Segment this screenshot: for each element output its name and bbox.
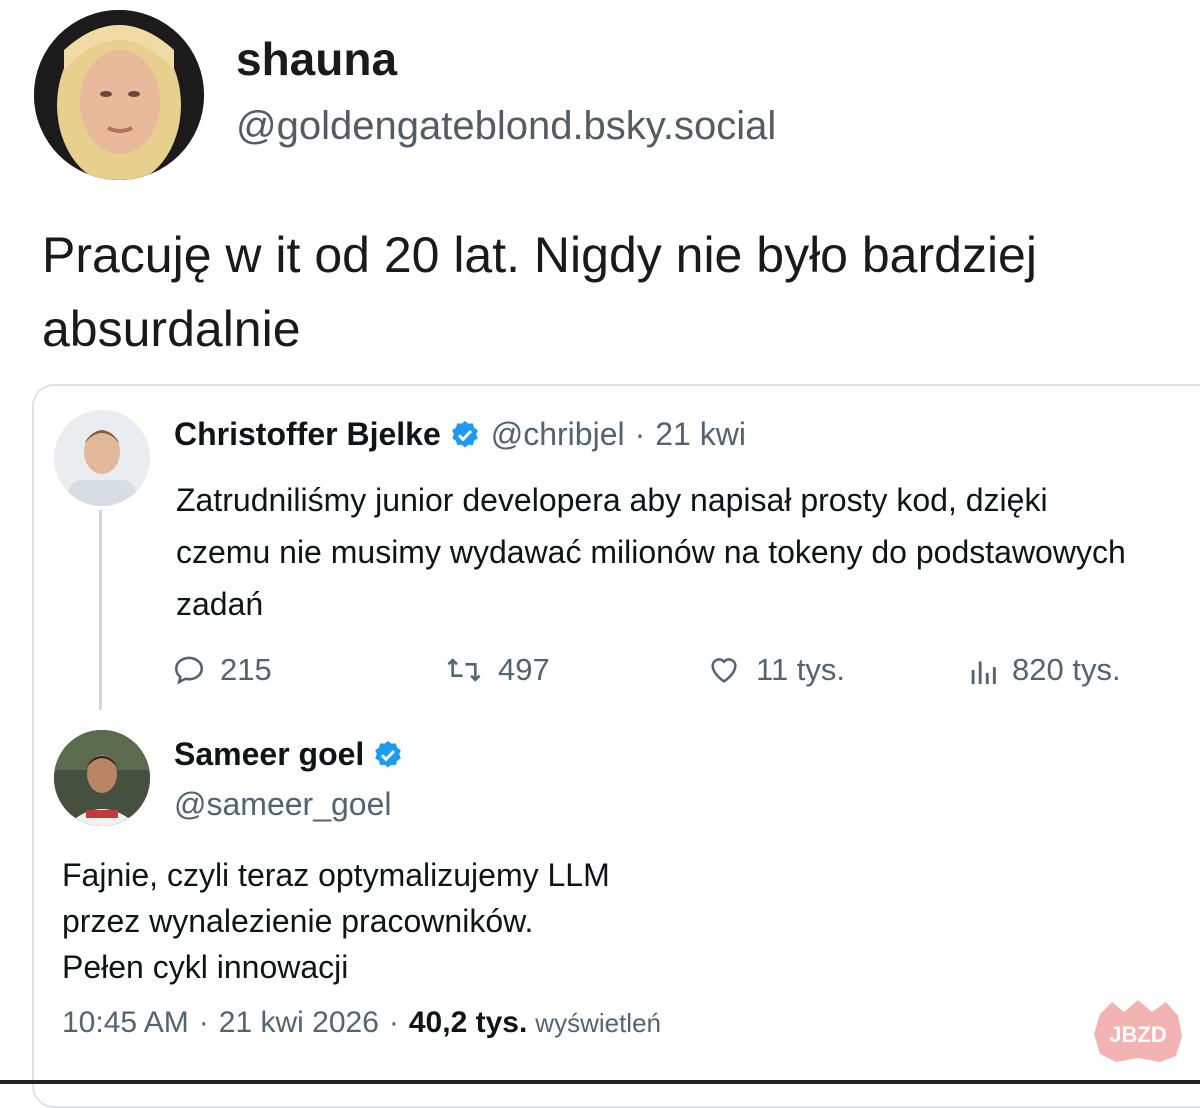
reply-icon: [174, 656, 204, 685]
repost-count: 497: [498, 652, 550, 687]
like-icon: [711, 658, 737, 683]
author-handle[interactable]: @goldengateblond.bsky.social: [236, 104, 776, 149]
reply-footer: 10:45 AM · 21 kwi 2026 · 40,2 tys. wyświ…: [62, 1006, 661, 1040]
svg-text:JBZD: JBZD: [1109, 1022, 1166, 1047]
repost-button[interactable]: 497: [444, 652, 550, 688]
reply-text-line: Pełen cykl innowacji: [62, 949, 349, 985]
footer-separator: ·: [388, 1006, 399, 1039]
like-count: 11 tys.: [756, 652, 846, 687]
author-name[interactable]: shauna: [236, 32, 397, 86]
reply-author-handle[interactable]: @sameer_goel: [174, 786, 391, 823]
reply-view-count: 40,2 tys.: [408, 1006, 528, 1039]
reply-button[interactable]: 215: [172, 652, 272, 688]
reply-time[interactable]: 10:45 AM: [62, 1006, 189, 1040]
thread-connector-line: [99, 510, 102, 710]
quoted-author-avatar[interactable]: [54, 410, 150, 506]
reply-header: Sameer goel: [174, 736, 414, 773]
quoted-author-name[interactable]: Christoffer Bjelke: [174, 416, 441, 453]
quoted-header: Christoffer Bjelke @chribjel · 21 kwi: [174, 416, 746, 453]
bottom-border: [0, 1080, 1200, 1084]
views-button[interactable]: 820 tys.: [968, 652, 1121, 688]
jbzd-watermark-logo: JBZD: [1090, 996, 1186, 1066]
like-button[interactable]: 11 tys.: [706, 652, 845, 688]
author-avatar[interactable]: [34, 10, 204, 180]
reply-date[interactable]: 21 kwi 2026: [219, 1006, 379, 1040]
quoted-date[interactable]: 21 kwi: [655, 416, 746, 453]
quoted-post-text: Zatrudniliśmy junior developera aby napi…: [176, 482, 1126, 622]
meta-separator: ·: [634, 416, 646, 452]
reply-author-name[interactable]: Sameer goel: [174, 736, 364, 773]
reply-text-line: Fajnie, czyli teraz optymalizujemy LLM: [62, 857, 610, 893]
reply-author-avatar[interactable]: [54, 730, 150, 826]
verified-badge-icon: [449, 419, 481, 451]
repost-icon: [447, 658, 481, 682]
reply-text-line: przez wynalezienie pracowników.: [62, 903, 534, 939]
views-count: 820 tys.: [1012, 652, 1121, 687]
reply-count: 215: [220, 652, 272, 687]
verified-badge-icon: [372, 739, 404, 771]
reply-text: Fajnie, czyli teraz optymalizujemy LLM p…: [62, 852, 962, 990]
reply-views-label: wyświetleń: [535, 1008, 662, 1038]
footer-separator: ·: [198, 1006, 209, 1039]
views-icon: [971, 661, 996, 685]
post-text: Pracuję w it od 20 lat. Nigdy nie było b…: [42, 227, 1037, 357]
quoted-author-handle[interactable]: @chribjel: [491, 416, 625, 453]
action-bar: 215 497 11 tys. 820 tys.: [172, 652, 1152, 700]
